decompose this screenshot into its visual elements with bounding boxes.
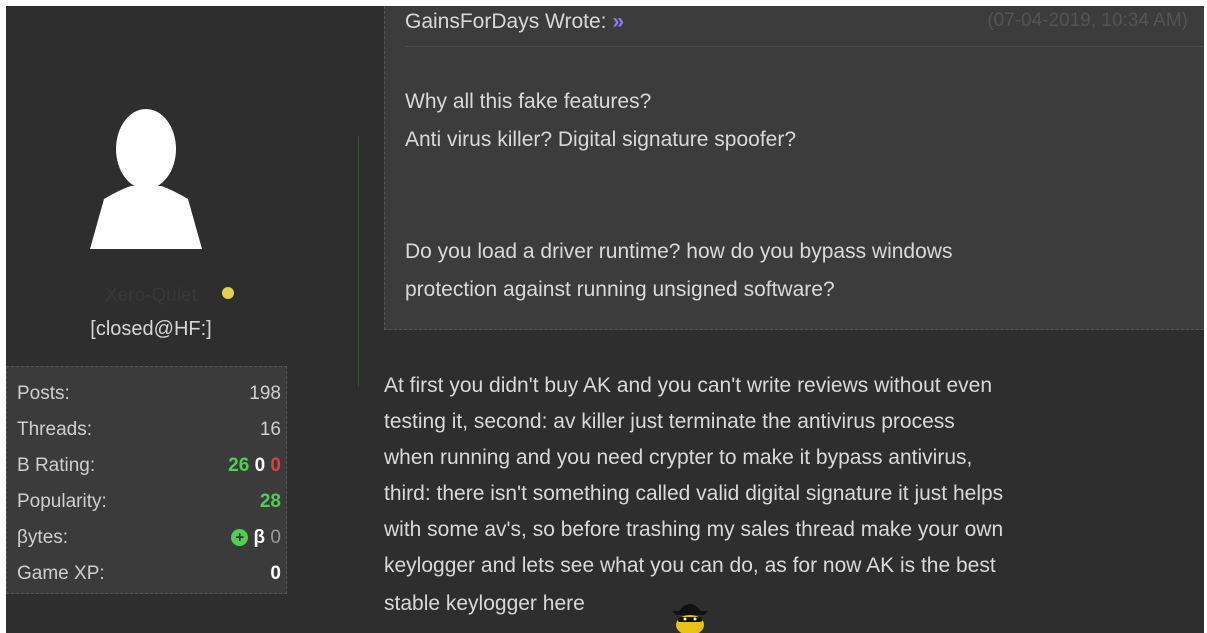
user-title: [closed@HF:]: [90, 318, 212, 340]
stat-label: Game XP:: [17, 563, 105, 584]
stat-label: B Rating:: [17, 455, 96, 476]
post-text-line: At first you didn't buy AK and you can't…: [384, 374, 992, 397]
online-status-icon: [222, 287, 234, 299]
quote-date: (07-04-2019, 10:34 AM): [987, 10, 1188, 31]
b-rating-positive: 26: [228, 455, 250, 476]
quote-divider: [405, 46, 1204, 47]
quote-author: GainsForDays Wrote:: [405, 10, 607, 33]
b-rating-negative: 0: [270, 455, 281, 476]
post-text-line: keylogger and lets see what you can do, …: [384, 554, 996, 577]
stat-value: 0: [270, 563, 281, 584]
stat-b-rating: B Rating: 26 0 0: [17, 455, 281, 489]
stat-label: Posts:: [17, 383, 70, 404]
ninja-smiley-icon: [672, 604, 708, 633]
user-sidebar: Xero-Quiet [closed@HF:] Posts: 198 Threa…: [6, 6, 356, 633]
stat-value[interactable]: 16: [260, 419, 281, 441]
username-link[interactable]: Xero-Quiet: [6, 285, 296, 307]
stat-label: Popularity:: [17, 491, 107, 512]
quote-header: GainsForDays Wrote: »: [405, 10, 624, 34]
stat-popularity: Popularity: 28: [17, 491, 281, 525]
quote-text-line: Do you load a driver runtime? how do you…: [405, 240, 953, 263]
b-rating-values[interactable]: 26 0 0: [228, 455, 281, 477]
bytes-values: + β 0: [231, 527, 281, 549]
post-text-line: stable keylogger here: [384, 592, 585, 615]
quote-text-line: protection against running unsigned soft…: [405, 278, 835, 301]
quote-text-line: Anti virus killer? Digital signature spo…: [405, 128, 797, 151]
add-bytes-icon[interactable]: +: [231, 529, 249, 546]
quote-block: GainsForDays Wrote: » (07-04-2019, 10:34 …: [384, 6, 1204, 330]
post-text-line: third: there isn't something called vali…: [384, 482, 1004, 505]
bytes-symbol: β: [253, 527, 266, 548]
b-rating-neutral: 0: [254, 455, 266, 476]
stat-value: 0: [270, 527, 281, 548]
stat-bytes: βytes: + β 0: [17, 527, 281, 561]
post-text-line: when running and you need crypter to mak…: [384, 446, 973, 469]
stat-value[interactable]: 198: [249, 383, 281, 405]
post-text-line: testing it, second: av killer just termi…: [384, 410, 955, 433]
user-stats-panel: Posts: 198 Threads: 16 B Rating: 26 0 0 …: [6, 366, 287, 594]
quote-source-link-icon[interactable]: »: [613, 10, 625, 33]
quote-text-line: Why all this fake features?: [405, 90, 652, 113]
stat-posts: Posts: 198: [17, 383, 281, 417]
forum-post: Xero-Quiet [closed@HF:] Posts: 198 Threa…: [6, 6, 1204, 633]
stat-game-xp: Game XP: 0: [17, 563, 281, 597]
post-text-line: with some av's, so before trashing my sa…: [384, 518, 1004, 541]
default-avatar-icon[interactable]: [76, 104, 216, 254]
stat-label: βytes:: [17, 527, 69, 548]
column-divider: [358, 136, 359, 386]
stat-value[interactable]: 28: [260, 491, 281, 513]
stat-label: Threads:: [17, 419, 92, 440]
stat-threads: Threads: 16: [17, 419, 281, 453]
